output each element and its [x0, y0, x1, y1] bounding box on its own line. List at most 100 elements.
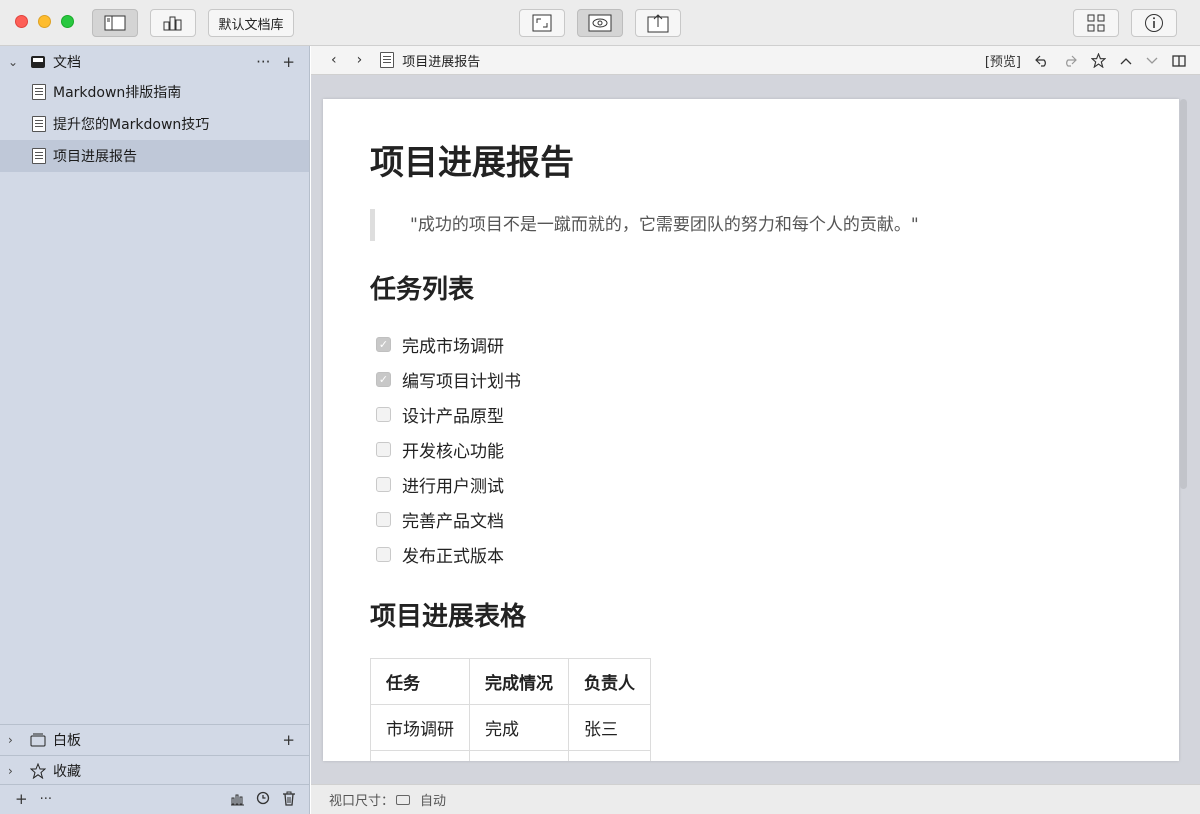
inbox-icon: [31, 56, 45, 68]
docs-section-header[interactable]: ⌄ 文档 ··· +: [0, 46, 309, 78]
progress-table: 任务 完成情况 负责人 市场调研 完成 张三: [370, 658, 651, 761]
tasks-heading: 任务列表: [370, 275, 475, 305]
task-label: 设计产品原型: [402, 406, 504, 427]
chevron-right-icon[interactable]: ›: [8, 764, 20, 778]
task-label: 进行用户测试: [402, 476, 504, 497]
docs-section-label: 文档: [53, 55, 81, 71]
sidebar-item-markdown-tips[interactable]: 提升您的Markdown技巧: [0, 108, 309, 140]
task-checkbox[interactable]: ✓: [376, 371, 391, 387]
chevron-down-icon[interactable]: ⌄: [8, 55, 20, 69]
share-icon: [647, 14, 669, 33]
task-label: 编写项目计划书: [402, 371, 521, 392]
favorites-section-label: 收藏: [53, 764, 81, 780]
outline-button[interactable]: [1073, 9, 1119, 37]
focus-mode-button[interactable]: [519, 9, 565, 37]
whiteboard-icon: [30, 733, 46, 747]
table-row: [370, 750, 651, 761]
document-heading: 项目进展报告: [370, 143, 574, 183]
preview-mode-button[interactable]: [577, 9, 623, 37]
minimize-window-button[interactable]: [38, 15, 51, 28]
blockquote: "成功的项目不是一蹴而就的，它需要团队的努力和每个人的贡献。": [370, 209, 919, 241]
library-button[interactable]: 默认文档库: [208, 9, 294, 37]
close-window-button[interactable]: [15, 15, 28, 28]
stats-button[interactable]: [150, 9, 196, 37]
sidebar-item-progress-report[interactable]: 项目进展报告: [0, 140, 309, 172]
grid-icon: [1087, 14, 1105, 32]
task-label: 开发核心功能: [402, 441, 504, 462]
sidebar-icon: [104, 15, 126, 31]
task-checkbox[interactable]: [376, 546, 391, 562]
main-area: ‹ › 项目进展报告 [预览] 项目进展报告 "成功的项目不是一蹴而就的，它需要…: [311, 46, 1200, 814]
stats-icon[interactable]: [230, 792, 245, 806]
task-item: 进行用户测试: [376, 472, 504, 497]
chart-icon: [163, 16, 182, 31]
sidebar-item-markdown-guide[interactable]: Markdown排版指南: [0, 76, 309, 108]
table-header-cell: 完成情况: [469, 658, 569, 705]
viewport-label: 视口尺寸：: [329, 794, 395, 809]
star-icon[interactable]: [1091, 53, 1106, 68]
task-checkbox[interactable]: [376, 511, 391, 527]
task-checkbox[interactable]: [376, 406, 391, 422]
table-cell: 张三: [568, 704, 651, 751]
add-button[interactable]: +: [15, 790, 28, 808]
info-button[interactable]: [1131, 9, 1177, 37]
task-checkbox[interactable]: [376, 476, 391, 492]
eye-icon: [588, 14, 612, 32]
favorites-section-header[interactable]: › 收藏: [0, 755, 309, 787]
sidebar-item-label: 提升您的Markdown技巧: [53, 117, 210, 133]
task-checkbox[interactable]: ✓: [376, 336, 391, 352]
trash-icon[interactable]: [282, 791, 296, 806]
table-header-row: 任务 完成情况 负责人: [370, 658, 651, 705]
zoom-window-button[interactable]: [61, 15, 74, 28]
whiteboard-section-label: 白板: [53, 733, 81, 749]
viewport-icon[interactable]: [396, 794, 411, 805]
table-header-cell: 负责人: [568, 658, 651, 705]
sidebar: ⌄ 文档 ··· + Markdown排版指南 提升您的Markdown技巧 项…: [0, 46, 310, 814]
split-view-icon[interactable]: [1172, 54, 1186, 67]
forward-button[interactable]: ›: [357, 52, 363, 68]
document-icon: [32, 84, 46, 100]
table-header-cell: 任务: [370, 658, 470, 705]
more-button[interactable]: ···: [40, 792, 52, 807]
table-cell: 市场调研: [370, 704, 470, 751]
task-checkbox[interactable]: [376, 441, 391, 457]
document-title: 项目进展报告: [402, 54, 481, 70]
task-item: 完善产品文档: [376, 507, 504, 532]
preview-label: [预览]: [984, 55, 1021, 70]
task-label: 完善产品文档: [402, 511, 504, 532]
task-item: ✓ 编写项目计划书: [376, 367, 521, 392]
sidebar-item-label: Markdown排版指南: [53, 85, 182, 101]
task-item: 开发核心功能: [376, 437, 504, 462]
viewport-value[interactable]: 自动: [420, 790, 446, 809]
table-heading: 项目进展表格: [370, 602, 527, 632]
table-row: 市场调研 完成 张三: [370, 704, 651, 751]
back-button[interactable]: ‹: [331, 52, 337, 68]
whiteboard-section-header[interactable]: › 白板 +: [0, 724, 309, 756]
document-page[interactable]: 项目进展报告 "成功的项目不是一蹴而就的，它需要团队的努力和每个人的贡献。" 任…: [323, 99, 1179, 761]
table-cell: [370, 750, 470, 761]
share-button[interactable]: [635, 9, 681, 37]
docs-more-button[interactable]: ···: [256, 53, 270, 71]
task-item: 发布正式版本: [376, 542, 504, 567]
chevron-down-icon[interactable]: [1146, 57, 1158, 65]
scrollbar[interactable]: [1180, 99, 1187, 489]
document-icon: [32, 116, 46, 132]
task-label: 完成市场调研: [402, 336, 504, 357]
chevron-right-icon[interactable]: ›: [8, 733, 20, 747]
task-item: ✓ 完成市场调研: [376, 332, 504, 357]
document-nav-bar: ‹ › 项目进展报告 [预览]: [311, 46, 1200, 75]
nav-actions: [预览]: [985, 46, 1186, 75]
document-icon: [32, 148, 46, 164]
toggle-sidebar-button[interactable]: [92, 9, 138, 37]
docs-add-button[interactable]: +: [282, 53, 295, 71]
whiteboard-add-button[interactable]: +: [282, 731, 295, 749]
chevron-up-icon[interactable]: [1120, 57, 1132, 65]
undo-icon[interactable]: [1035, 55, 1049, 67]
redo-icon[interactable]: [1063, 55, 1077, 67]
info-icon: [1145, 14, 1163, 32]
toolbar: 默认文档库: [0, 0, 1200, 46]
clock-icon[interactable]: [256, 791, 270, 805]
table-cell: 完成: [469, 704, 569, 751]
table-cell: [568, 750, 651, 761]
sidebar-item-label: 项目进展报告: [53, 149, 137, 165]
